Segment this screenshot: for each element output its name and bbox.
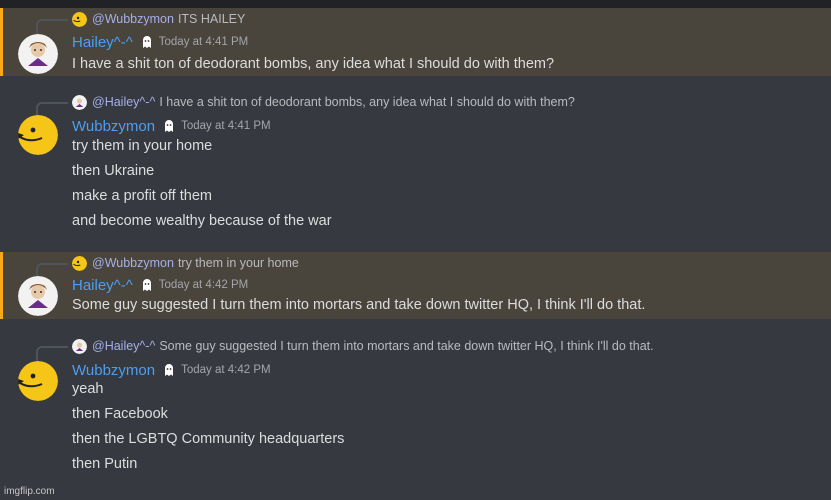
reply-reference[interactable]: @Hailey^-^ I have a shit ton of deodoran… — [36, 93, 575, 118]
reply-text: ITS HAILEY — [177, 12, 246, 26]
message-4[interactable]: @Hailey^-^ Some guy suggested I turn the… — [0, 335, 831, 480]
message-line: then the LGBTQ Community headquarters — [72, 431, 345, 447]
message-2[interactable]: @Hailey^-^ I have a shit ton of deodoran… — [0, 91, 831, 241]
ghost-badge-icon — [142, 279, 151, 291]
reply-reference[interactable]: @Hailey^-^ Some guy suggested I turn the… — [36, 337, 654, 362]
message-line: Some guy suggested I turn them into mort… — [72, 297, 646, 313]
reply-reference[interactable]: @Wubbzymon try them in your home — [36, 254, 299, 279]
reply-text: I have a shit ton of deodorant bombs, an… — [159, 95, 575, 109]
imgflip-watermark: imgflip.com — [4, 486, 55, 497]
reply-mention[interactable]: @Hailey^-^ — [92, 95, 155, 109]
hailey-mini-avatar-icon — [72, 338, 87, 354]
reply-mention[interactable]: @Wubbzymon — [92, 12, 174, 26]
message-line: try them in your home — [72, 138, 213, 154]
message-line: then Putin — [72, 456, 138, 472]
hailey-avatar[interactable] — [18, 34, 58, 74]
message-header: Wubbzymon Today at 4:42 PM — [72, 359, 271, 381]
reply-text: try them in your home — [177, 256, 299, 270]
message-header: Hailey^-^ Today at 4:41 PM — [72, 31, 248, 53]
timestamp[interactable]: Today at 4:42 PM — [181, 364, 271, 376]
window-top-bar — [0, 0, 831, 8]
username[interactable]: Wubbzymon — [72, 118, 155, 135]
reply-spine — [36, 19, 68, 35]
wubbzymon-avatar[interactable] — [18, 361, 58, 401]
message-line: then Facebook — [72, 406, 168, 422]
reply-reference[interactable]: @Wubbzymon ITS HAILEY — [36, 10, 246, 35]
reply-text: Some guy suggested I turn them into mort… — [159, 339, 654, 353]
hailey-avatar[interactable] — [18, 276, 58, 316]
timestamp[interactable]: Today at 4:42 PM — [159, 279, 249, 291]
message-header: Hailey^-^ Today at 4:42 PM — [72, 274, 248, 296]
hailey-mini-avatar-icon — [72, 94, 87, 110]
wubbzymon-mini-avatar-icon — [72, 255, 87, 271]
wubbzymon-avatar[interactable] — [18, 115, 58, 155]
message-line: yeah — [72, 381, 104, 397]
message-1[interactable]: @Wubbzymon ITS HAILEY Hailey^-^ Today at… — [0, 8, 831, 76]
message-line: make a profit off them — [72, 188, 212, 204]
username[interactable]: Hailey^-^ — [72, 277, 133, 294]
message-header: Wubbzymon Today at 4:41 PM — [72, 115, 271, 137]
wubbzymon-mini-avatar-icon — [72, 11, 87, 27]
timestamp[interactable]: Today at 4:41 PM — [159, 36, 249, 48]
ghost-badge-icon — [165, 120, 174, 132]
message-line: I have a shit ton of deodorant bombs, an… — [72, 56, 555, 72]
username[interactable]: Wubbzymon — [72, 362, 155, 379]
reply-mention[interactable]: @Hailey^-^ — [92, 339, 155, 353]
message-line: then Ukraine — [72, 163, 155, 179]
ghost-badge-icon — [142, 36, 151, 48]
reply-spine — [36, 346, 68, 362]
ghost-badge-icon — [165, 364, 174, 376]
timestamp[interactable]: Today at 4:41 PM — [181, 120, 271, 132]
message-3[interactable]: @Wubbzymon try them in your home Hailey^… — [0, 252, 831, 319]
reply-mention[interactable]: @Wubbzymon — [92, 256, 174, 270]
message-line: and become wealthy because of the war — [72, 213, 332, 229]
username[interactable]: Hailey^-^ — [72, 34, 133, 51]
